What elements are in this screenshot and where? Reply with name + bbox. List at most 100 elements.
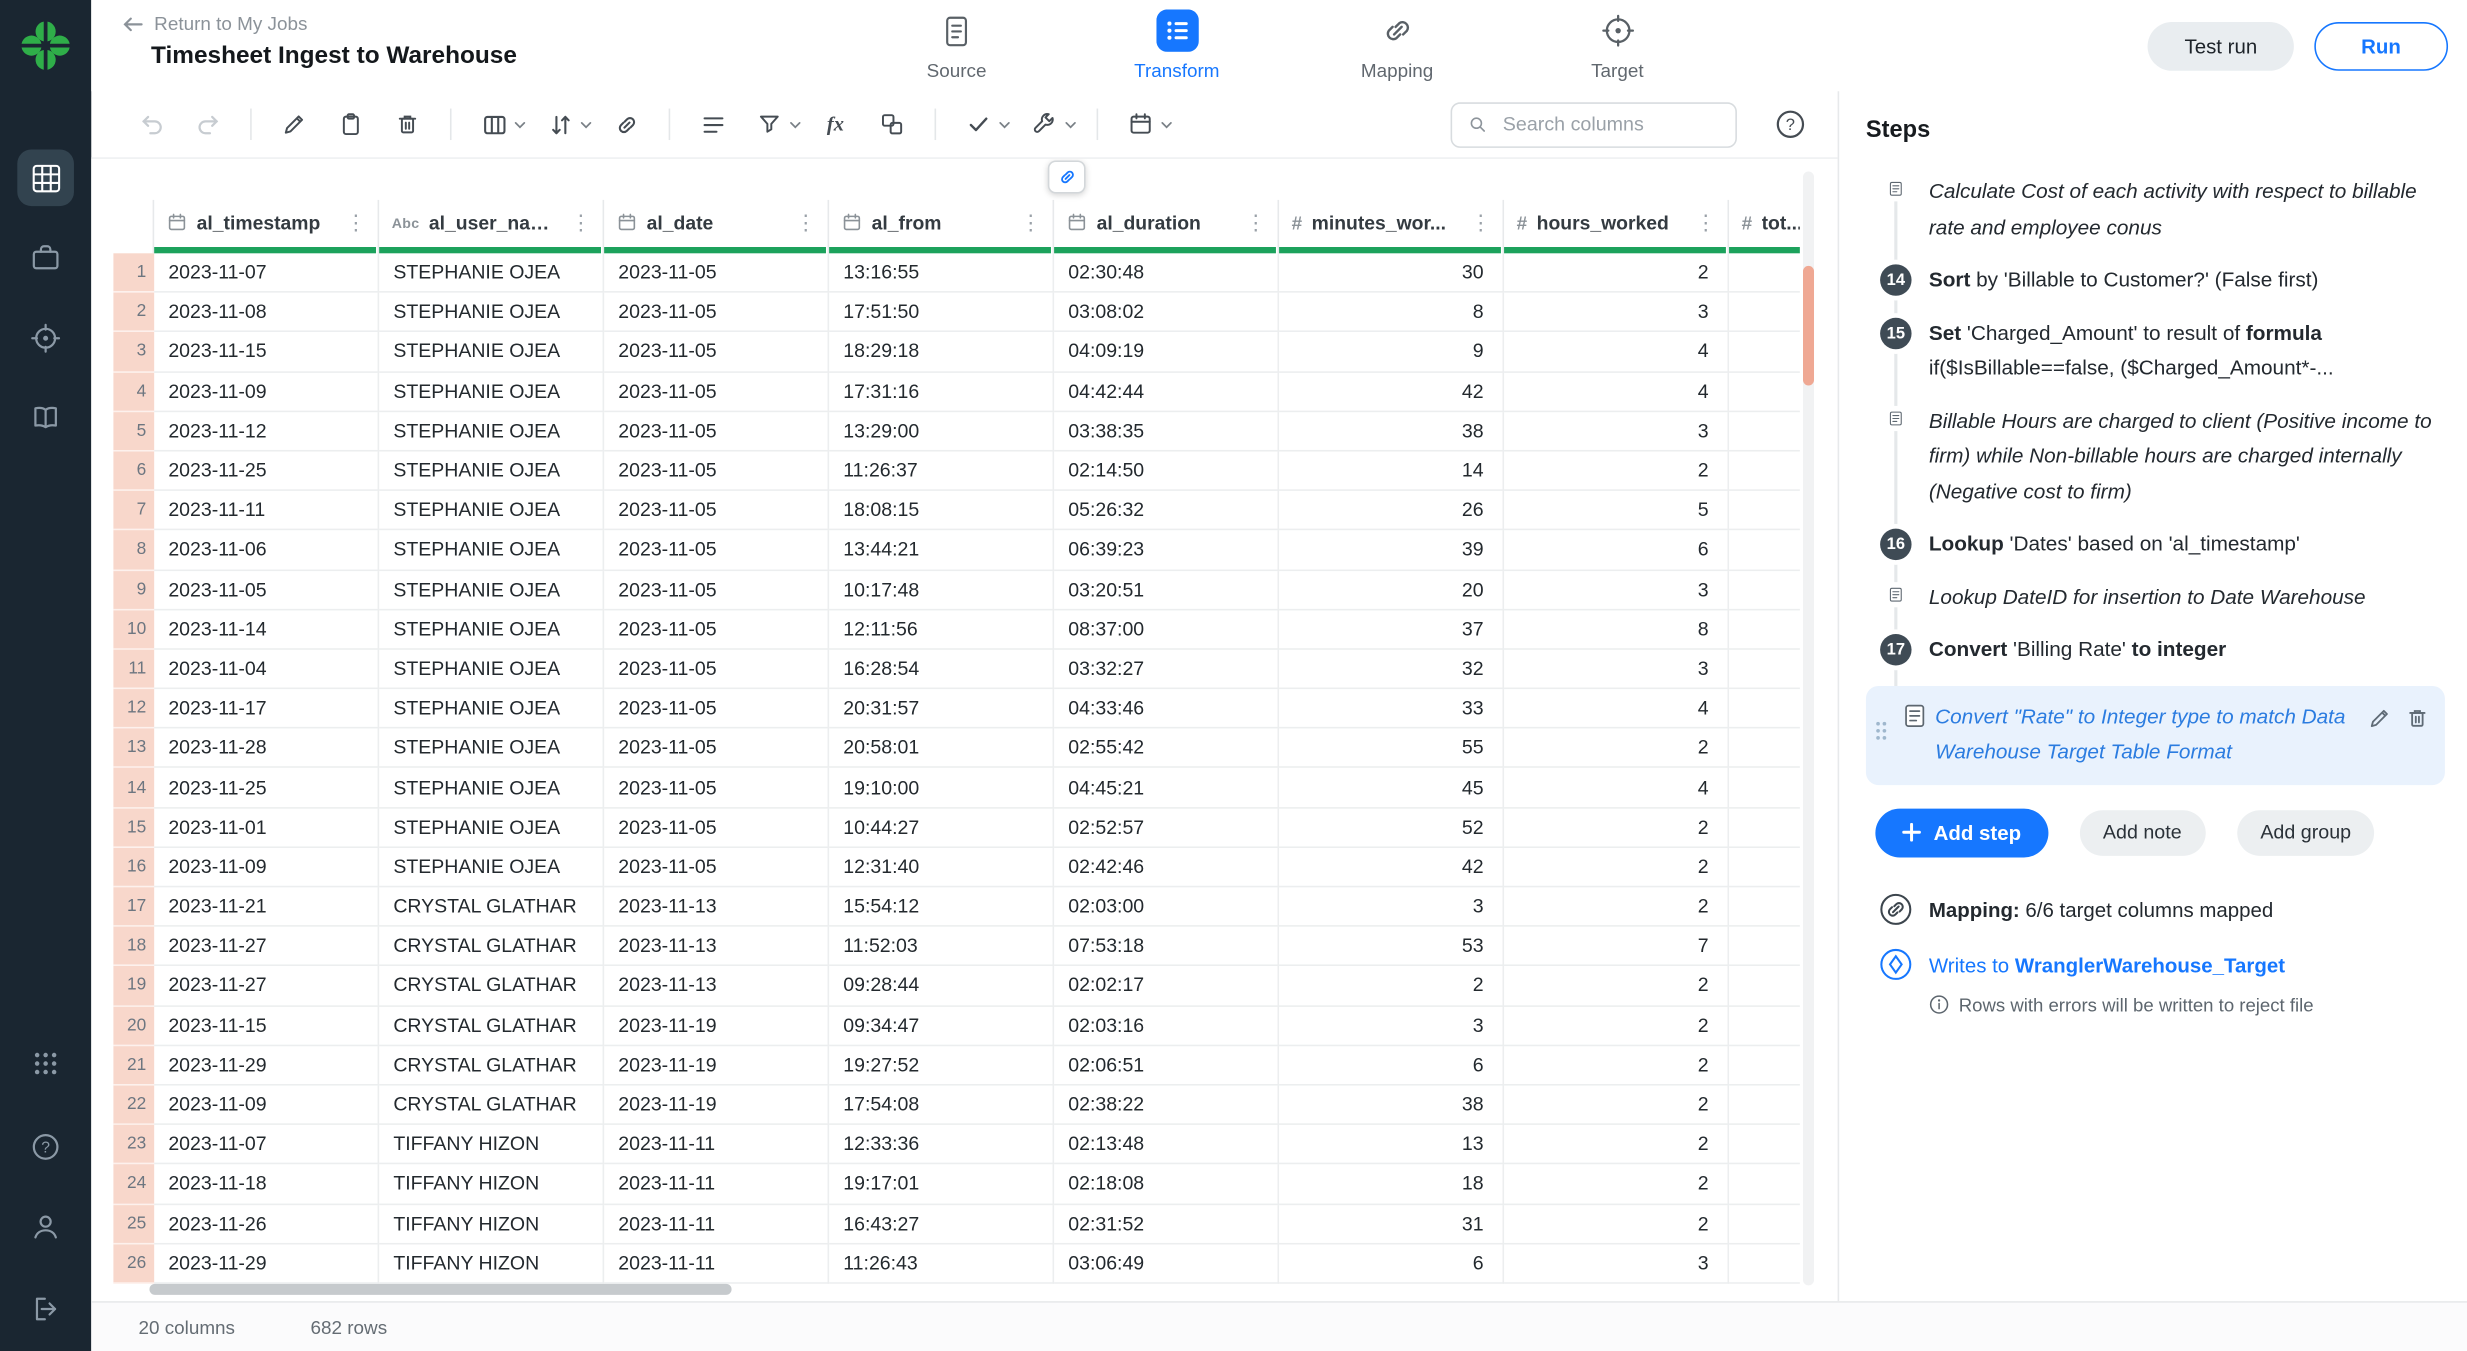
table-cell[interactable]: 02:03:16 <box>1054 1006 1279 1046</box>
table-cell[interactable]: 2023-11-27 <box>154 967 379 1007</box>
table-cell[interactable]: 26 <box>1279 491 1504 531</box>
table-cell[interactable] <box>1729 848 1800 888</box>
table-cell[interactable]: STEPHANIE OJEA <box>379 333 604 373</box>
row-number[interactable]: 21 <box>113 1046 154 1086</box>
table-cell[interactable]: STEPHANIE OJEA <box>379 293 604 333</box>
nav-step-transform[interactable]: Transform <box>1104 9 1249 81</box>
table-cell[interactable]: 6 <box>1279 1244 1504 1284</box>
sidebar-item-library[interactable] <box>30 403 61 434</box>
table-cell[interactable] <box>1729 491 1800 531</box>
sidebar-item-help[interactable]: ? <box>30 1131 61 1162</box>
table-cell[interactable]: STEPHANIE OJEA <box>379 412 604 452</box>
table-cell[interactable]: 2023-11-29 <box>154 1244 379 1284</box>
table-cell[interactable]: 2 <box>1279 967 1504 1007</box>
drag-handle-icon[interactable] <box>1866 699 1894 741</box>
table-cell[interactable]: 30 <box>1279 253 1504 293</box>
sidebar-item-jobs[interactable] <box>30 242 61 273</box>
table-cell[interactable] <box>1729 768 1800 808</box>
sidebar-item-logout[interactable] <box>30 1293 61 1324</box>
table-cell[interactable]: TIFFANY HIZON <box>379 1244 604 1284</box>
row-number[interactable]: 8 <box>113 531 154 571</box>
table-cell[interactable]: CRYSTAL GLATHAR <box>379 1006 604 1046</box>
column-header-al_duration[interactable]: al_duration⋮ <box>1054 200 1279 253</box>
table-cell[interactable]: 2 <box>1504 1125 1729 1165</box>
table-cell[interactable]: 02:18:08 <box>1054 1165 1279 1205</box>
row-number[interactable]: 16 <box>113 848 154 888</box>
table-cell[interactable]: 39 <box>1279 531 1504 571</box>
column-menu-icon[interactable]: ⋮ <box>1016 210 1047 235</box>
table-cell[interactable]: STEPHANIE OJEA <box>379 729 604 769</box>
add-group-button[interactable]: Add group <box>2237 809 2375 855</box>
row-number[interactable]: 2 <box>113 293 154 333</box>
column-menu-icon[interactable]: ⋮ <box>791 210 822 235</box>
search-columns-input[interactable] <box>1500 112 1720 137</box>
table-cell[interactable] <box>1729 1244 1800 1284</box>
table-cell[interactable]: 4 <box>1504 333 1729 373</box>
table-cell[interactable]: 02:02:17 <box>1054 967 1279 1007</box>
row-number[interactable]: 20 <box>113 1006 154 1046</box>
help-button[interactable]: ? <box>1775 109 1806 140</box>
table-cell[interactable]: 19:10:00 <box>829 768 1054 808</box>
table-cell[interactable]: 04:45:21 <box>1054 768 1279 808</box>
table-cell[interactable]: 3 <box>1279 1006 1504 1046</box>
table-cell[interactable]: 2023-11-05 <box>604 451 829 491</box>
table-cell[interactable]: 2023-11-28 <box>154 729 379 769</box>
table-cell[interactable]: 31 <box>1279 1204 1504 1244</box>
table-cell[interactable]: 2023-11-05 <box>604 531 829 571</box>
table-cell[interactable]: 2023-11-11 <box>604 1204 829 1244</box>
column-header-tot...[interactable]: #tot...⋮ <box>1729 200 1800 253</box>
step-item-selected[interactable]: Convert "Rate" to Integer type to match … <box>1866 685 2445 784</box>
row-number[interactable]: 13 <box>113 729 154 769</box>
join-indicator-chip[interactable] <box>1048 160 1086 193</box>
column-menu-icon[interactable]: ⋮ <box>341 210 372 235</box>
table-cell[interactable]: 20:58:01 <box>829 729 1054 769</box>
table-cell[interactable]: 2023-11-12 <box>154 412 379 452</box>
table-cell[interactable]: 2023-11-05 <box>604 253 829 293</box>
table-cell[interactable]: 45 <box>1279 768 1504 808</box>
table-cell[interactable]: 6 <box>1504 531 1729 571</box>
chevron-down-icon[interactable] <box>511 116 528 133</box>
row-number[interactable]: 24 <box>113 1165 154 1205</box>
table-cell[interactable]: 07:53:18 <box>1054 927 1279 967</box>
table-cell[interactable]: STEPHANIE OJEA <box>379 808 604 848</box>
table-cell[interactable]: STEPHANIE OJEA <box>379 491 604 531</box>
table-cell[interactable]: 8 <box>1504 610 1729 650</box>
row-number[interactable]: 17 <box>113 887 154 927</box>
table-cell[interactable]: 12:33:36 <box>829 1125 1054 1165</box>
table-cell[interactable]: 19:27:52 <box>829 1046 1054 1086</box>
step-item-15[interactable]: 15Set 'Charged_Amount' to result of form… <box>1863 315 2445 386</box>
table-cell[interactable]: 09:34:47 <box>829 1006 1054 1046</box>
table-cell[interactable] <box>1729 1165 1800 1205</box>
edit-step-button[interactable] <box>2360 699 2398 737</box>
table-cell[interactable]: 3 <box>1504 1244 1729 1284</box>
table-cell[interactable]: 3 <box>1504 570 1729 610</box>
table-cell[interactable]: 2 <box>1504 451 1729 491</box>
step-item-17[interactable]: 17Convert 'Billing Rate' to integer <box>1863 632 2445 667</box>
table-cell[interactable]: 15:54:12 <box>829 887 1054 927</box>
row-number[interactable]: 10 <box>113 610 154 650</box>
table-cell[interactable]: 2023-11-27 <box>154 927 379 967</box>
step-item-14[interactable]: 14Sort by 'Billable to Customer?' (False… <box>1863 263 2445 298</box>
row-number[interactable]: 3 <box>113 333 154 373</box>
table-cell[interactable]: 2023-11-19 <box>604 1046 829 1086</box>
table-cell[interactable]: 2023-11-13 <box>604 887 829 927</box>
join-link-button[interactable] <box>603 101 650 148</box>
row-number[interactable]: 22 <box>113 1085 154 1125</box>
table-cell[interactable] <box>1729 927 1800 967</box>
table-cell[interactable]: 4 <box>1504 768 1729 808</box>
table-cell[interactable]: 02:14:50 <box>1054 451 1279 491</box>
column-header-hours_worked[interactable]: #hours_worked⋮ <box>1504 200 1729 253</box>
table-cell[interactable]: 03:06:49 <box>1054 1244 1279 1284</box>
row-number[interactable]: 14 <box>113 768 154 808</box>
table-cell[interactable]: 3 <box>1504 293 1729 333</box>
column-menu-icon[interactable]: ⋮ <box>1466 210 1497 235</box>
sidebar-item-account[interactable] <box>30 1211 61 1242</box>
table-cell[interactable]: 2023-11-05 <box>604 808 829 848</box>
table-cell[interactable]: 12:31:40 <box>829 848 1054 888</box>
row-number[interactable]: 26 <box>113 1244 154 1284</box>
table-cell[interactable]: 2023-11-25 <box>154 768 379 808</box>
table-cell[interactable]: 13:29:00 <box>829 412 1054 452</box>
table-cell[interactable]: 2023-11-29 <box>154 1046 379 1086</box>
table-cell[interactable]: 4 <box>1504 689 1729 729</box>
table-cell[interactable]: 18:29:18 <box>829 333 1054 373</box>
